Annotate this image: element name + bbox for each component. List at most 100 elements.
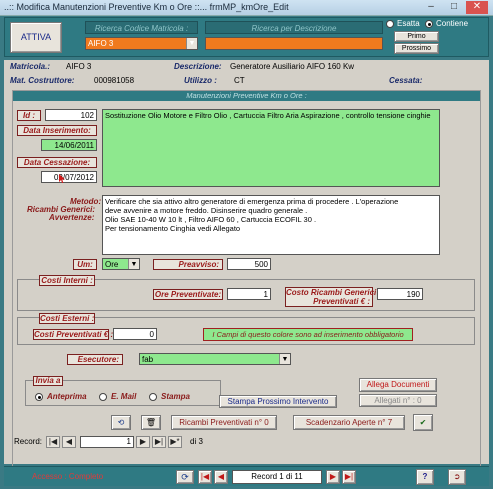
matricola-label: Matricola.: — [10, 62, 51, 71]
ricerca-descrizione-label: Ricerca per Descrizione — [205, 21, 383, 34]
first-record-button[interactable]: |◀ — [46, 436, 60, 448]
invia-anteprima-radio[interactable] — [35, 393, 43, 401]
trash-icon: 🗑 — [145, 418, 157, 427]
obbligatorio-note: I Campi di questo colore sono ad inserim… — [203, 328, 413, 341]
record-number-field[interactable]: 1 — [80, 436, 134, 448]
delete-button[interactable]: 🗑 — [141, 415, 161, 430]
avvertenze-label: Avvertenze: — [49, 213, 95, 222]
section-title: Manutenzioni Preventive Km o Ore : — [13, 91, 480, 101]
chevron-down-icon[interactable]: ▼ — [186, 38, 197, 49]
undo-icon: ⟲ — [117, 418, 125, 427]
exit-door-icon: ➲ — [453, 472, 461, 481]
manutenzione-panel: Manutenzioni Preventive Km o Ore : Id : … — [12, 90, 481, 470]
matricola-value: AIFO 3 — [66, 62, 92, 71]
invia-label: Invia a — [33, 376, 63, 386]
maximize-button[interactable]: □ — [443, 1, 465, 14]
ricerca-codice-label: Ricerca Codice Matricola : — [85, 21, 198, 34]
status-next-button[interactable]: ▶ — [326, 470, 340, 484]
close-button[interactable]: ✕ — [466, 1, 488, 14]
help-button[interactable]: ? — [416, 469, 434, 485]
status-prev-button[interactable]: ◀ — [214, 470, 228, 484]
ore-preventivate-label: Ore Preventivate: — [153, 289, 223, 300]
undo-button[interactable]: ⟲ — [111, 415, 131, 430]
window-title: ..:: Modifica Manutenzioni Preventive Km… — [4, 2, 289, 12]
ore-preventivate-field[interactable]: 1 — [227, 288, 271, 300]
application-window: ..:: Modifica Manutenzioni Preventive Km… — [0, 0, 493, 489]
opt-esatta-radio[interactable] — [386, 20, 394, 28]
ricambi-preventivati-button[interactable]: Ricambi Preventivati n° 0 — [171, 415, 277, 430]
esecutore-label: Esecutore: — [67, 354, 123, 365]
descrizione-value: Generatore Ausiliario AIFO 160 Kw — [230, 62, 355, 71]
new-record-button[interactable]: ▶* — [168, 436, 182, 448]
primo-button[interactable]: Primo — [394, 31, 439, 42]
record-total: di 3 — [190, 437, 203, 446]
refresh-icon: ⟳ — [181, 472, 189, 482]
chevron-down-icon[interactable]: ▼ — [279, 354, 290, 364]
status-record-indicator: Record 1 di 11 — [232, 470, 322, 484]
um-label: Um: — [73, 259, 97, 270]
mat-costruttore-value: 000981058 — [94, 76, 135, 85]
esecutore-combo[interactable]: fab ▼ — [139, 353, 291, 365]
allega-documenti-button[interactable]: Allega Documenti — [359, 378, 437, 392]
invia-stampa-label: Stampa — [161, 392, 190, 401]
note-memo[interactable]: Verificare che sia attivo altro generato… — [102, 195, 440, 255]
um-value: Ore — [105, 260, 119, 269]
invia-stampa-radio[interactable] — [149, 393, 157, 401]
invia-anteprima-label: Anteprima — [47, 392, 87, 401]
data-cessazione-field[interactable]: 02/07/2012 — [41, 171, 97, 183]
opt-contiene-label: Contiene — [436, 19, 469, 28]
data-inserimento-field[interactable]: 14/06/2011 — [41, 139, 97, 151]
note-line: Olio SAE 10-40 W 10 lt , Filtro AIFO 60 … — [105, 215, 317, 224]
id-label: Id : — [17, 110, 41, 121]
um-combo[interactable]: Ore ▼ — [102, 258, 140, 270]
descrizione-intervento-field[interactable]: Sostituzione Olio Motore e Filtro Olio ,… — [102, 109, 440, 187]
utilizzo-label: Utilizzo : — [184, 76, 217, 85]
invia-email-radio[interactable] — [99, 393, 107, 401]
data-cessazione-label: Data Cessazione: — [17, 157, 97, 168]
esecutore-value: fab — [142, 355, 154, 364]
stampa-prossimo-button[interactable]: Stampa Prossimo Intervento — [219, 395, 337, 408]
ricerca-descrizione-input[interactable] — [205, 37, 383, 50]
opt-contiene-radio[interactable] — [425, 20, 433, 28]
invia-email-label: E. Mail — [111, 392, 137, 401]
help-icon: ? — [422, 472, 428, 481]
prev-record-button[interactable]: ◀ — [62, 436, 76, 448]
last-record-button[interactable]: ▶| — [152, 436, 166, 448]
title-bar: ..:: Modifica Manutenzioni Preventive Km… — [0, 0, 493, 16]
record-navigator: Record: |◀ ◀ 1 ▶ ▶| ▶* di 3 — [4, 435, 489, 449]
mat-costruttore-label: Mat. Costruttore: — [10, 76, 75, 85]
status-bar: Accesso : Completo ⟳ |◀ ◀ Record 1 di 11… — [4, 466, 489, 486]
preavviso-label: Preavviso: — [153, 259, 223, 270]
allegati-button[interactable]: Allegati n° : 0 — [359, 394, 437, 407]
utilizzo-value: CT — [234, 76, 245, 85]
preavviso-field[interactable]: 500 — [227, 258, 271, 270]
costo-ricambi-label: Costo Ricambi Generici Preventivati € : — [285, 287, 377, 307]
costi-preventivati-field[interactable]: 0 — [113, 328, 157, 340]
status-first-button[interactable]: |◀ — [198, 470, 212, 484]
access-status: Accesso : Completo — [32, 472, 104, 481]
chevron-down-icon[interactable]: ▼ — [128, 259, 139, 269]
prossimo-button[interactable]: Prossimo — [394, 43, 439, 54]
ricerca-codice-combo[interactable]: AIFO 3 ▼ — [85, 37, 198, 50]
scadenzario-aperte-button[interactable]: Scadenzario Aperte n° 7 — [293, 415, 405, 430]
id-field[interactable]: 102 — [45, 109, 97, 121]
descrizione-label: Descrizione: — [174, 62, 222, 71]
ricerca-codice-value: AIFO 3 — [88, 39, 114, 48]
form-area: Matricola.: AIFO 3 Descrizione: Generato… — [4, 60, 489, 470]
costo-ricambi-field[interactable]: 190 — [377, 288, 423, 300]
note-line: Verificare che sia attivo altro generato… — [105, 197, 399, 206]
data-inserimento-label: Data Inserimento: — [17, 125, 97, 136]
exit-button[interactable]: ➲ — [448, 469, 466, 485]
cessata-label: Cessata: — [389, 76, 423, 85]
attiva-button[interactable]: ATTIVA — [10, 22, 62, 53]
confirm-button[interactable]: ✔ — [413, 414, 433, 431]
costi-preventivati-label: Costi Preventivati € : — [33, 329, 114, 340]
costi-esterni-label: Costi Esterni : — [39, 313, 95, 324]
status-last-button[interactable]: ▶| — [342, 470, 356, 484]
opt-esatta-label: Esatta — [397, 19, 420, 28]
checkmark-icon: ✔ — [419, 418, 427, 427]
costi-interni-label: Costi Interni : — [39, 275, 95, 286]
next-record-button[interactable]: ▶ — [136, 436, 150, 448]
refresh-button[interactable]: ⟳ — [176, 470, 194, 484]
minimize-button[interactable]: – — [420, 1, 442, 14]
